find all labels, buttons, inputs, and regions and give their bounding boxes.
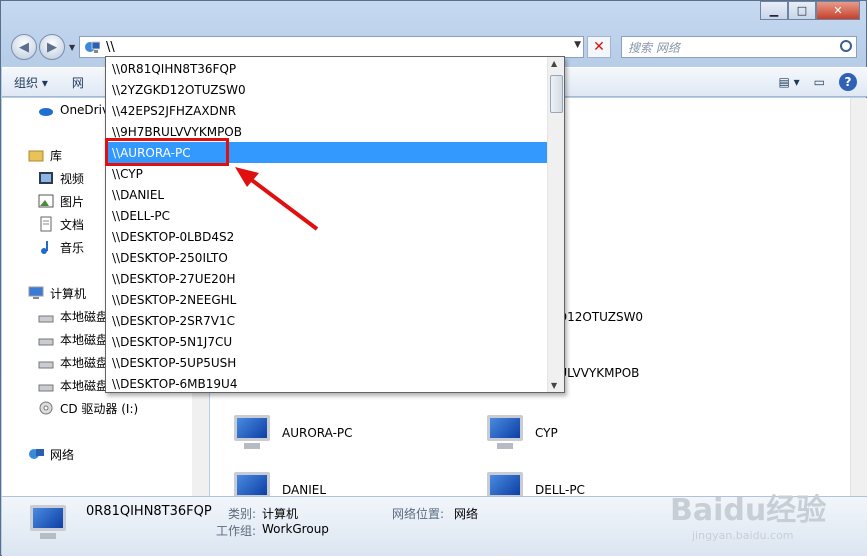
explorer-window: ▁ □ ✕ ◀ ▶ ▼ \\ ▼ ✕ 搜索 网络 组织 ▾ 网 ▤ ▾ ▭ ? … — [0, 0, 867, 556]
arrow-annotation — [235, 167, 319, 231]
